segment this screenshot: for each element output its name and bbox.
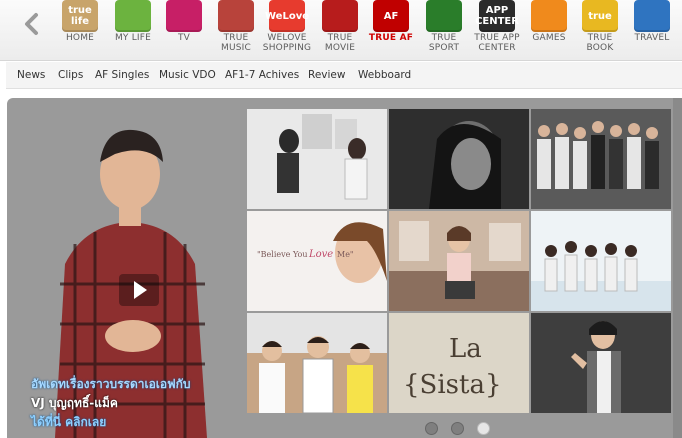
singer-photo: [531, 313, 671, 413]
app-true-af[interactable]: AF TRUE AF: [365, 0, 417, 58]
la-sista-photo: La {Sista}: [389, 313, 529, 413]
app-travel[interactable]: TRAVEL: [626, 0, 678, 58]
app-true-movie[interactable]: TRUE MOVIE: [314, 0, 366, 58]
gallery-tile-8[interactable]: La {Sista}: [389, 313, 529, 413]
gallery-tile-6[interactable]: [531, 211, 671, 311]
love-me-photo: "Believe You Love Me": [247, 211, 387, 311]
subnav-webboard[interactable]: Webboard: [358, 69, 411, 81]
app-label: TRUE SPORT: [428, 33, 460, 53]
app-tv[interactable]: TV: [158, 0, 210, 58]
la-sista-logo: La: [449, 334, 482, 364]
app-games[interactable]: GAMES: [523, 0, 575, 58]
app-label: HOME: [65, 33, 95, 43]
app-label: GAMES: [532, 33, 566, 43]
gallery-tile-9[interactable]: [531, 313, 671, 413]
gallery-tile-1[interactable]: [247, 109, 387, 209]
play-button[interactable]: [119, 274, 159, 306]
subnav-review[interactable]: Review: [308, 69, 345, 81]
welove-shopping-icon: WeLove: [265, 0, 309, 32]
feature-panel: อัพเดทเรื่องราวบรรดาเอเอฟกับ VJ บุญฤทธิ์…: [7, 98, 682, 438]
vj-feature-video[interactable]: อัพเดทเรื่องราวบรรดาเอเอฟกับ VJ บุญฤทธิ์…: [15, 114, 247, 438]
play-icon: [134, 281, 147, 299]
pager-dot-3[interactable]: [477, 422, 490, 435]
caption-link[interactable]: ได้ที่นี่ คลิกเลย: [31, 413, 191, 432]
svg-text:Me": Me": [337, 250, 354, 259]
true-music-icon: [218, 0, 254, 32]
top-app-bar: true life HOME MY LIFE TV TRUE MUSIC WeLove WEL…: [0, 0, 682, 61]
app-welove-shopping[interactable]: WeLove WELOVE SHOPPING: [261, 0, 313, 58]
duo-photo: [247, 109, 387, 209]
home-icon: true life: [62, 0, 98, 32]
gallery-tile-2[interactable]: [389, 109, 529, 209]
app-label: TRUE AF: [368, 33, 414, 43]
my-life-icon: [115, 0, 151, 32]
app-true-music[interactable]: TRUE MUSIC: [210, 0, 262, 58]
app-label: TRUE MOVIE: [324, 33, 356, 53]
true-app-center-icon: APP CENTER: [475, 0, 519, 32]
pager-dot-1[interactable]: [425, 422, 438, 435]
app-true-book[interactable]: true TRUE BOOK: [574, 0, 626, 58]
portrait-photo: [389, 109, 529, 209]
caption-line-1: อัพเดทเรื่องราวบรรดาเอเอฟกับ: [31, 377, 191, 391]
gallery-tile-5[interactable]: [389, 211, 529, 311]
app-my-life[interactable]: MY LIFE: [107, 0, 159, 58]
gallery-tile-4[interactable]: "Believe You Love Me": [247, 211, 387, 311]
true-movie-icon: [322, 0, 358, 32]
group-photo: [531, 109, 671, 209]
sub-navigation: News Clips AF Singles Music VDO AF1-7 Ac…: [6, 62, 682, 89]
subnav-af-achives[interactable]: AF1-7 Achives: [225, 69, 299, 81]
app-true-sport[interactable]: TRUE SPORT: [418, 0, 470, 58]
games-icon: [531, 0, 567, 32]
chevron-left-icon[interactable]: [22, 12, 42, 36]
app-label: MY LIFE: [114, 33, 152, 43]
feature-caption: อัพเดทเรื่องราวบรรดาเอเอฟกับ VJ บุญฤทธิ์…: [31, 375, 191, 432]
svg-text:Love: Love: [308, 249, 333, 260]
subnav-news[interactable]: News: [17, 69, 45, 81]
love-me-text: "Believe You: [257, 250, 308, 259]
gallery-tile-7[interactable]: [247, 313, 387, 413]
app-label: TRUE APP CENTER: [474, 33, 520, 53]
gallery-tile-3[interactable]: [531, 109, 671, 209]
app-true-app-center[interactable]: APP CENTER TRUE APP CENTER: [471, 0, 523, 58]
app-label: TRUE BOOK: [586, 33, 614, 53]
app-label: TRAVEL: [634, 33, 670, 43]
true-book-icon: true: [582, 0, 618, 32]
travel-icon: [634, 0, 670, 32]
true-af-icon: AF: [373, 0, 409, 32]
caption-line-2: VJ บุญฤทธิ์-แม็ค: [31, 396, 118, 410]
subnav-music-vdo[interactable]: Music VDO: [159, 69, 216, 81]
beach-group-photo: [531, 211, 671, 311]
svg-text:{Sista}: {Sista}: [403, 370, 502, 400]
girl-sitting-photo: [389, 211, 529, 311]
subnav-af-singles[interactable]: AF Singles: [95, 69, 149, 81]
panel-edge: [673, 98, 682, 438]
app-label: TV: [177, 33, 191, 43]
app-label: TRUE MUSIC: [220, 33, 251, 53]
tv-icon: [166, 0, 202, 32]
pager-dot-2[interactable]: [451, 422, 464, 435]
subnav-clips[interactable]: Clips: [58, 69, 83, 81]
app-home[interactable]: true life HOME: [54, 0, 106, 58]
three-friends-photo: [247, 313, 387, 413]
app-label: WELOVE SHOPPING: [262, 33, 312, 53]
true-sport-icon: [426, 0, 462, 32]
